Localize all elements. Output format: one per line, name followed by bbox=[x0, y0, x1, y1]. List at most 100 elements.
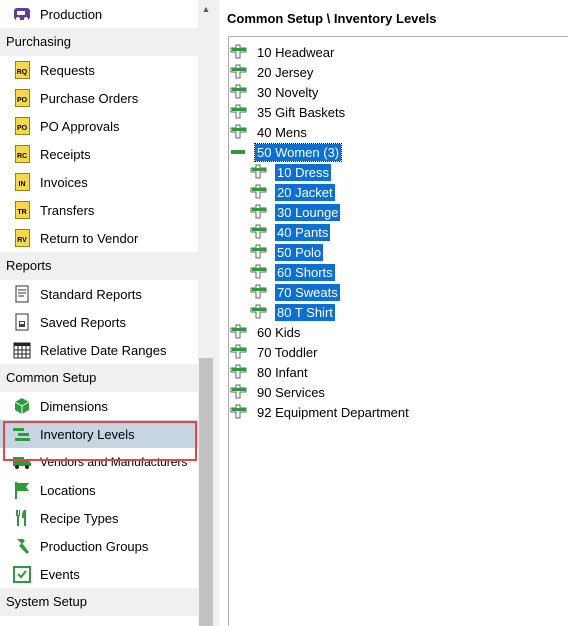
sidebar-item-label: Events bbox=[40, 566, 80, 582]
scroll-up-arrow-icon[interactable]: ▲ bbox=[198, 2, 214, 16]
tree-node-label: 10 Headwear bbox=[257, 44, 335, 60]
tree-node[interactable]: 90 Services bbox=[229, 382, 327, 402]
tree-node-label: 30 Novelty bbox=[257, 84, 319, 100]
sidebar-list: Production Purchasing RQ Requests PO Purchase… bbox=[0, 0, 198, 616]
tree-node-label: 70 Toddler bbox=[257, 344, 318, 360]
expand-node-icon[interactable] bbox=[229, 42, 249, 62]
sidebar-item-purchase-orders[interactable]: PO Purchase Orders bbox=[0, 84, 198, 112]
tree-node[interactable]: 40 Mens bbox=[229, 122, 309, 142]
navigation-sidebar: Production Purchasing RQ Requests PO Purchase… bbox=[0, 0, 214, 626]
sidebar-item-locations[interactable]: Locations bbox=[0, 476, 198, 504]
sidebar-item-label: Invoices bbox=[40, 174, 88, 190]
tree-child-node[interactable]: 80 T Shirt bbox=[249, 302, 335, 322]
sidebar-item-label: Receipts bbox=[40, 146, 91, 162]
sidebar-item-label: Production Groups bbox=[40, 538, 149, 554]
inventory-levels-tree[interactable]: 10 Headwear 20 Jersey 30 Novelty 35 Gift Ba… bbox=[228, 36, 568, 626]
expand-node-icon[interactable] bbox=[229, 122, 249, 142]
tree-node-label: 60 Kids bbox=[257, 324, 301, 340]
tree-node-label: 20 Jacket bbox=[275, 183, 335, 201]
tree-child-node[interactable]: 30 Lounge bbox=[249, 202, 341, 222]
sidebar-item-label: Requests bbox=[40, 62, 95, 78]
sidebar-scroll-thumb[interactable] bbox=[199, 358, 213, 626]
doc-code-label: RV bbox=[17, 237, 27, 244]
tree-child-node[interactable]: 70 Sweats bbox=[249, 282, 340, 302]
expand-node-icon[interactable] bbox=[249, 222, 269, 242]
sidebar-item-saved-reports[interactable]: Saved Reports bbox=[0, 308, 198, 336]
tree-node[interactable]: 50 Women (3) bbox=[229, 142, 343, 162]
expand-node-icon[interactable] bbox=[249, 242, 269, 262]
sidebar-item-label: PO Approvals bbox=[40, 118, 120, 134]
expand-node-icon[interactable] bbox=[229, 382, 249, 402]
tree-node[interactable]: 20 Jersey bbox=[229, 62, 315, 82]
tree-node[interactable]: 92 Equipment Department bbox=[229, 402, 411, 422]
tree-node[interactable]: 80 Infant bbox=[229, 362, 310, 382]
sidebar-item-label: Dimensions bbox=[40, 398, 108, 414]
expand-node-icon[interactable] bbox=[229, 402, 249, 422]
receipts-doc-icon: RC bbox=[12, 144, 32, 164]
sidebar-item-production[interactable]: Production bbox=[0, 0, 198, 28]
tree-child-node[interactable]: 60 Shorts bbox=[249, 262, 335, 282]
sidebar-item-transfers[interactable]: TR Transfers bbox=[0, 196, 198, 224]
page-title: Common Setup \ Inventory Levels bbox=[227, 11, 437, 26]
sidebar-scrollbar[interactable]: ▲ bbox=[198, 0, 214, 626]
sidebar-item-po-approvals[interactable]: PO PO Approvals bbox=[0, 112, 198, 140]
sidebar-item-return-to-vendor[interactable]: RV Return to Vendor bbox=[0, 224, 198, 252]
sidebar-item-production-groups[interactable]: Production Groups bbox=[0, 532, 198, 560]
tree-node-label: 10 Dress bbox=[275, 163, 332, 181]
sidebar-item-label: Standard Reports bbox=[40, 286, 142, 302]
tree-child-node[interactable]: 20 Jacket bbox=[249, 182, 335, 202]
sidebar-item-invoices[interactable]: IN Invoices bbox=[0, 168, 198, 196]
tree-node-label: 70 Sweats bbox=[275, 283, 340, 301]
tree-child-node[interactable]: 40 Pants bbox=[249, 222, 331, 242]
expand-node-icon[interactable] bbox=[229, 102, 249, 122]
sidebar-item-label: Locations bbox=[40, 482, 96, 498]
expand-node-icon[interactable] bbox=[249, 282, 269, 302]
tree-node-label: 40 Mens bbox=[257, 124, 307, 140]
expand-node-icon[interactable] bbox=[249, 182, 269, 202]
return-to-vendor-doc-icon: RV bbox=[12, 228, 32, 248]
expand-node-icon[interactable] bbox=[229, 82, 249, 102]
tree-node-label: 40 Pants bbox=[275, 223, 331, 241]
sidebar-item-requests[interactable]: RQ Requests bbox=[0, 56, 198, 84]
main-panel: Common Setup \ Inventory Levels 10 Headw… bbox=[219, 0, 568, 626]
doc-code-label: TR bbox=[17, 209, 27, 216]
flag-icon bbox=[12, 480, 32, 500]
sidebar-item-dimensions[interactable]: Dimensions bbox=[0, 392, 198, 420]
sidebar-item-relative-date-ranges[interactable]: Relative Date Ranges bbox=[0, 336, 198, 364]
sidebar-item-label: Return to Vendor bbox=[40, 230, 139, 246]
sidebar-item-standard-reports[interactable]: Standard Reports bbox=[0, 280, 198, 308]
sidebar-item-events[interactable]: Events bbox=[0, 560, 198, 588]
section-header-purchasing: Purchasing bbox=[0, 28, 198, 56]
tree-node[interactable]: 35 Gift Baskets bbox=[229, 102, 347, 122]
tree-node[interactable]: 60 Kids bbox=[229, 322, 302, 342]
hammer-icon bbox=[12, 536, 32, 556]
sidebar-item-recipe-types[interactable]: Recipe Types bbox=[0, 504, 198, 532]
tree-node-label: 50 Polo bbox=[275, 243, 324, 261]
collapse-node-icon[interactable] bbox=[229, 142, 249, 162]
tree-child-node[interactable]: 50 Polo bbox=[249, 242, 324, 262]
expand-node-icon[interactable] bbox=[249, 162, 269, 182]
doc-code-label: RC bbox=[16, 153, 28, 160]
selection-highlight-box bbox=[3, 421, 197, 461]
tree-node[interactable]: 10 Headwear bbox=[229, 42, 336, 62]
tree-child-node[interactable]: 10 Dress bbox=[249, 162, 332, 182]
expand-node-icon[interactable] bbox=[229, 342, 249, 362]
expand-node-icon[interactable] bbox=[249, 202, 269, 222]
doc-code-label: PO bbox=[16, 97, 28, 104]
requests-doc-icon: RQ bbox=[12, 60, 32, 80]
saved-reports-icon bbox=[12, 312, 32, 332]
tree-node-label: 35 Gift Baskets bbox=[257, 104, 346, 120]
sidebar-item-label: Transfers bbox=[40, 202, 95, 218]
tree-node[interactable]: 70 Toddler bbox=[229, 342, 319, 362]
tree-node-label: 90 Services bbox=[257, 384, 325, 400]
expand-node-icon[interactable] bbox=[229, 322, 249, 342]
sidebar-item-label: Saved Reports bbox=[40, 314, 126, 330]
production-truck-icon bbox=[12, 4, 32, 24]
tree-node[interactable]: 30 Novelty bbox=[229, 82, 320, 102]
expand-node-icon[interactable] bbox=[229, 362, 249, 382]
expand-node-icon[interactable] bbox=[249, 262, 269, 282]
sidebar-item-receipts[interactable]: RC Receipts bbox=[0, 140, 198, 168]
expand-node-icon[interactable] bbox=[249, 302, 269, 322]
expand-node-icon[interactable] bbox=[229, 62, 249, 82]
sidebar-item-label: Recipe Types bbox=[40, 510, 119, 526]
